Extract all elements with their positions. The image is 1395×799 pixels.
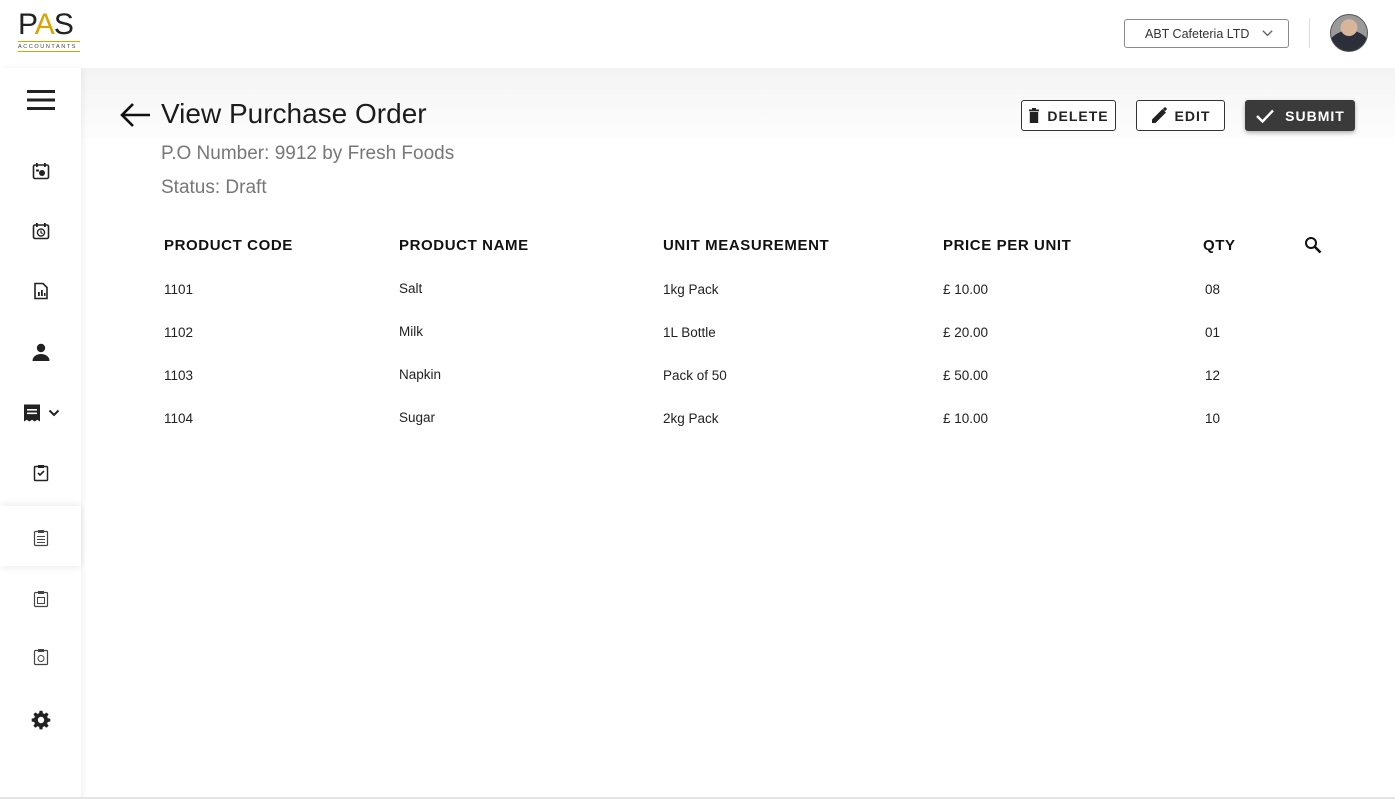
clipboard-list-icon [33, 530, 48, 547]
cell-unit-measurement: 2kg Pack [663, 411, 719, 426]
cell-product-name: Sugar [399, 410, 436, 425]
logo-text: PAS [18, 8, 74, 41]
cell-unit-measurement: 1kg Pack [663, 282, 719, 297]
calendar-clock-icon [32, 223, 49, 240]
clipboard-icon [33, 649, 48, 666]
trash-icon [1029, 108, 1040, 123]
sidebar-item-purchase-orders[interactable] [0, 398, 81, 428]
cell-product-code: 1104 [164, 411, 194, 426]
column-header-product-name[interactable]: PRODUCT NAME [399, 237, 529, 254]
cell-unit-measurement: 1L Bottle [663, 325, 716, 340]
hamburger-menu-icon [26, 90, 55, 110]
sidebar-item-settings[interactable] [0, 706, 81, 734]
back-arrow-icon[interactable] [119, 101, 151, 129]
edit-button[interactable]: EDIT [1136, 100, 1225, 131]
cell-price-per-unit: £ 50.00 [943, 368, 989, 383]
chevron-down-icon [1262, 30, 1273, 37]
po-number-text: P.O Number: 9912 by Fresh Foods [161, 143, 455, 164]
chevron-down-icon [48, 409, 59, 417]
sidebar-subitem-4[interactable] [0, 644, 81, 670]
cell-qty: 12 [1205, 368, 1221, 383]
cell-qty: 10 [1205, 411, 1221, 426]
sidebar-item-users[interactable] [0, 338, 81, 366]
header-divider [1309, 18, 1310, 48]
cell-product-code: 1102 [164, 325, 194, 340]
clipboard-icon [33, 591, 48, 608]
po-status-text: Status: Draft [161, 177, 267, 198]
column-header-qty[interactable]: QTY [1203, 237, 1236, 254]
sidebar-subitem-1[interactable] [0, 460, 81, 486]
sidebar-item-reports[interactable] [0, 278, 81, 304]
receipt-icon [23, 404, 40, 422]
cell-qty: 01 [1205, 325, 1221, 340]
company-select[interactable]: ABT Cafeteria LTD [1124, 19, 1289, 48]
clipboard-icon [33, 465, 48, 482]
check-icon [1256, 109, 1275, 123]
gear-icon [31, 710, 50, 730]
sidebar-subitem-2[interactable] [0, 525, 81, 551]
submit-button[interactable]: SUBMIT [1245, 100, 1355, 131]
column-header-unit-measurement[interactable]: UNIT MEASUREMENT [663, 237, 829, 254]
submit-button-label: SUBMIT [1285, 107, 1345, 124]
cell-price-per-unit: £ 10.00 [943, 411, 989, 426]
sidebar-item-tasks[interactable] [0, 158, 81, 184]
sidebar-subitem-3[interactable] [0, 586, 81, 612]
logo-subtext: ACCOUNTANTS [18, 44, 78, 50]
cell-unit-measurement: Pack of 50 [663, 368, 727, 383]
cell-qty: 08 [1205, 282, 1221, 297]
cell-product-code: 1103 [164, 368, 194, 383]
delete-button-label: DELETE [1047, 107, 1109, 124]
cell-product-name: Milk [399, 324, 423, 339]
cell-product-name: Napkin [399, 367, 442, 382]
report-chart-icon [33, 282, 48, 300]
pas-logo[interactable]: PAS ACCOUNTANTS [18, 10, 82, 56]
column-header-price-per-unit[interactable]: PRICE PER UNIT [943, 237, 1071, 254]
user-icon [32, 343, 49, 361]
cell-price-per-unit: £ 10.00 [943, 282, 989, 297]
user-avatar[interactable] [1330, 14, 1368, 52]
cell-product-name: Salt [399, 281, 423, 296]
hamburger-menu-button[interactable] [0, 84, 81, 116]
page-title: View Purchase Order [161, 98, 427, 129]
company-select-value: ABT Cafeteria LTD [1145, 26, 1250, 41]
calendar-task-icon [32, 163, 49, 180]
cell-product-code: 1101 [164, 282, 194, 297]
delete-button[interactable]: DELETE [1021, 100, 1116, 131]
cell-price-per-unit: £ 20.00 [943, 325, 989, 340]
top-bar: PAS ACCOUNTANTS ABT Cafeteria LTD [0, 0, 1395, 68]
column-header-product-code[interactable]: PRODUCT CODE [164, 237, 293, 254]
search-icon[interactable] [1304, 236, 1322, 254]
pencil-icon [1151, 107, 1167, 123]
sidebar-item-schedule[interactable] [0, 218, 81, 244]
edit-button-label: EDIT [1174, 107, 1211, 124]
sidebar [0, 68, 81, 799]
